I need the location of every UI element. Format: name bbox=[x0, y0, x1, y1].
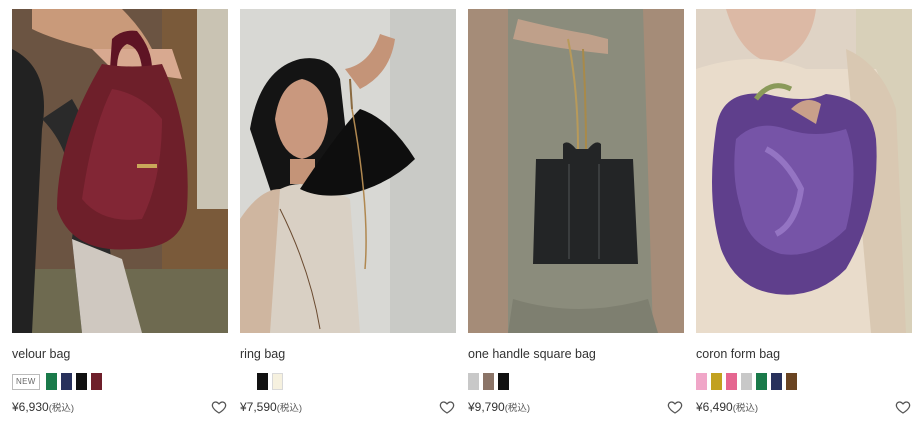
color-swatch-green[interactable] bbox=[45, 373, 57, 390]
product-card-ring-bag[interactable]: ring bag ¥7,590(税込) bbox=[240, 9, 456, 415]
color-swatches bbox=[696, 373, 912, 390]
product-grid: velour bag NEW ¥6,930(税込) ring bag ¥7,59… bbox=[12, 9, 912, 415]
color-swatch-burgundy[interactable] bbox=[90, 373, 102, 390]
product-price: ¥6,930(税込) bbox=[12, 400, 75, 414]
product-card-one-handle-square-bag[interactable]: one handle square bag ¥9,790(税込) bbox=[468, 9, 684, 415]
color-swatch-green[interactable] bbox=[756, 373, 767, 390]
heart-outline-icon[interactable] bbox=[211, 399, 227, 415]
heart-outline-icon[interactable] bbox=[895, 399, 911, 415]
color-swatch-mustard[interactable] bbox=[711, 373, 722, 390]
price-row: ¥6,490(税込) bbox=[696, 399, 912, 415]
color-swatch-grey[interactable] bbox=[741, 373, 752, 390]
new-badge: NEW bbox=[12, 373, 40, 390]
product-image[interactable] bbox=[468, 9, 684, 333]
product-name[interactable]: one handle square bag bbox=[468, 346, 684, 362]
product-price: ¥7,590(税込) bbox=[240, 400, 303, 414]
heart-outline-icon[interactable] bbox=[667, 399, 683, 415]
heart-outline-icon[interactable] bbox=[439, 399, 455, 415]
color-swatch-navy[interactable] bbox=[771, 373, 782, 390]
color-swatches bbox=[240, 373, 456, 390]
price-row: ¥9,790(税込) bbox=[468, 399, 684, 415]
product-price: ¥9,790(税込) bbox=[468, 400, 531, 414]
color-swatch-black[interactable] bbox=[75, 373, 87, 390]
price-row: ¥6,930(税込) bbox=[12, 399, 228, 415]
product-image[interactable] bbox=[12, 9, 228, 333]
color-swatch-brown[interactable] bbox=[786, 373, 797, 390]
color-swatch-grey[interactable] bbox=[468, 373, 479, 390]
product-name[interactable]: ring bag bbox=[240, 346, 456, 362]
product-name[interactable]: velour bag bbox=[12, 346, 228, 362]
price-row: ¥7,590(税込) bbox=[240, 399, 456, 415]
color-swatch-pink[interactable] bbox=[696, 373, 707, 390]
color-swatch-black[interactable] bbox=[257, 373, 268, 390]
product-image[interactable] bbox=[240, 9, 456, 333]
product-card-coron-form-bag[interactable]: coron form bag ¥6,490(税込) bbox=[696, 9, 912, 415]
color-swatch-black[interactable] bbox=[498, 373, 509, 390]
color-swatches bbox=[468, 373, 684, 390]
product-price: ¥6,490(税込) bbox=[696, 400, 759, 414]
product-name[interactable]: coron form bag bbox=[696, 346, 912, 362]
color-swatches: NEW bbox=[12, 373, 228, 390]
color-swatch-navy[interactable] bbox=[60, 373, 72, 390]
color-swatch-ivory[interactable] bbox=[272, 373, 283, 390]
color-swatch-rose[interactable] bbox=[726, 373, 737, 390]
product-card-velour-bag[interactable]: velour bag NEW ¥6,930(税込) bbox=[12, 9, 228, 415]
color-swatch-taupe[interactable] bbox=[483, 373, 494, 390]
product-image[interactable] bbox=[696, 9, 912, 333]
